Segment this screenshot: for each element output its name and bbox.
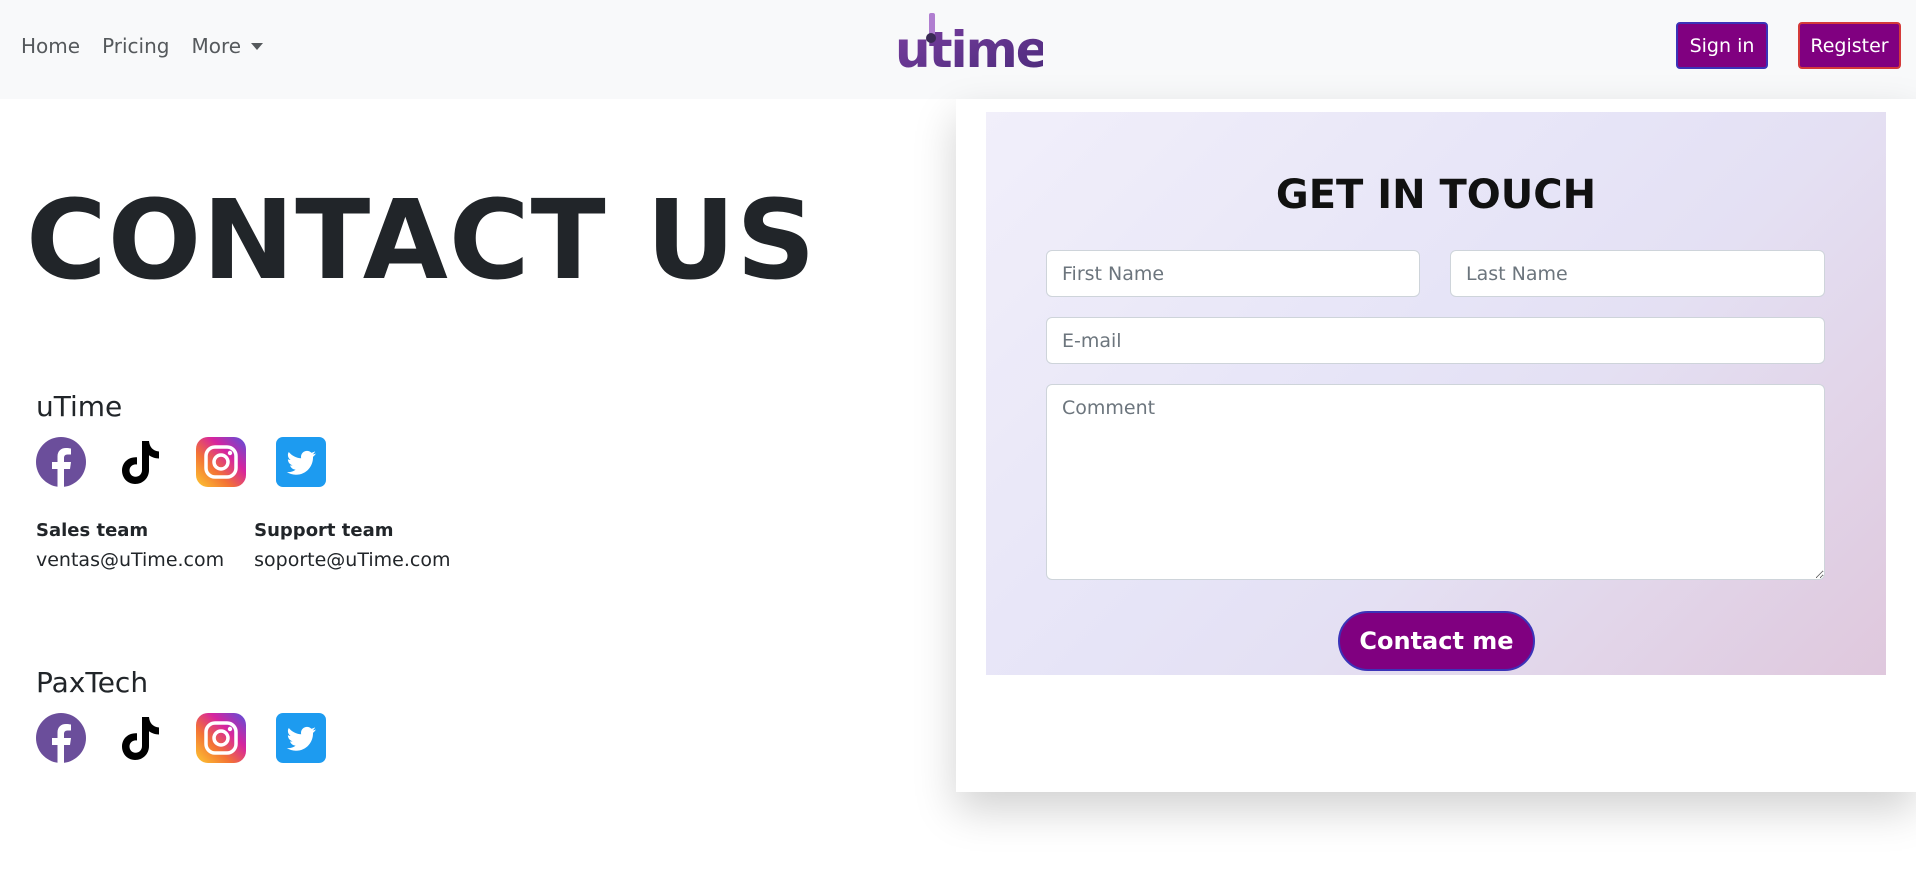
comment-textarea[interactable] xyxy=(1046,384,1825,580)
contact-form: GET IN TOUCH Contact me xyxy=(986,112,1886,675)
nav-pricing-link[interactable]: Pricing xyxy=(102,34,169,58)
instagram-icon[interactable] xyxy=(196,437,246,487)
team-contacts: Sales team ventas@uTime.com Support team… xyxy=(36,520,480,571)
company-name: uTime xyxy=(36,390,123,423)
sales-team: Sales team ventas@uTime.com xyxy=(36,520,224,571)
facebook-icon[interactable] xyxy=(36,437,86,487)
email-input[interactable] xyxy=(1046,317,1825,364)
twitter-icon[interactable] xyxy=(276,437,326,487)
register-button[interactable]: Register xyxy=(1798,22,1901,69)
team-email[interactable]: ventas@uTime.com xyxy=(36,549,224,571)
nav-home-link[interactable]: Home xyxy=(21,34,80,58)
sign-in-button[interactable]: Sign in xyxy=(1676,22,1768,69)
facebook-icon[interactable] xyxy=(36,713,86,763)
social-links xyxy=(36,713,356,763)
tiktok-icon[interactable] xyxy=(116,437,166,487)
team-email[interactable]: soporte@uTime.com xyxy=(254,549,450,571)
support-team: Support team soporte@uTime.com xyxy=(254,520,450,571)
team-title: Support team xyxy=(254,520,394,541)
nav-more-label: More xyxy=(191,34,242,58)
tiktok-icon[interactable] xyxy=(116,713,166,763)
team-title: Sales team xyxy=(36,520,149,541)
last-name-input[interactable] xyxy=(1450,250,1825,297)
top-navbar: Home Pricing More utime Sign in Register xyxy=(0,0,1916,99)
instagram-icon[interactable] xyxy=(196,713,246,763)
utime-logo[interactable]: utime xyxy=(893,9,1050,79)
contact-me-label: Contact me xyxy=(1359,627,1514,655)
sign-in-label: Sign in xyxy=(1689,34,1755,57)
nav-links: Home Pricing More xyxy=(21,34,285,58)
company-utime: uTime xyxy=(36,390,356,487)
page-title: CONTACT US xyxy=(26,176,817,304)
twitter-icon[interactable] xyxy=(276,713,326,763)
social-links xyxy=(36,437,356,487)
logo-wordmark: utime xyxy=(895,21,1043,73)
register-label: Register xyxy=(1810,34,1889,57)
nav-more-dropdown[interactable]: More xyxy=(191,34,264,58)
caret-down-icon xyxy=(251,42,264,50)
first-name-input[interactable] xyxy=(1046,250,1420,297)
form-title: GET IN TOUCH xyxy=(1275,172,1597,218)
company-name: PaxTech xyxy=(36,666,149,699)
company-paxtech: PaxTech xyxy=(36,666,356,763)
utime-logo-graphic: utime xyxy=(895,13,1050,79)
contact-me-button[interactable]: Contact me xyxy=(1338,611,1535,671)
